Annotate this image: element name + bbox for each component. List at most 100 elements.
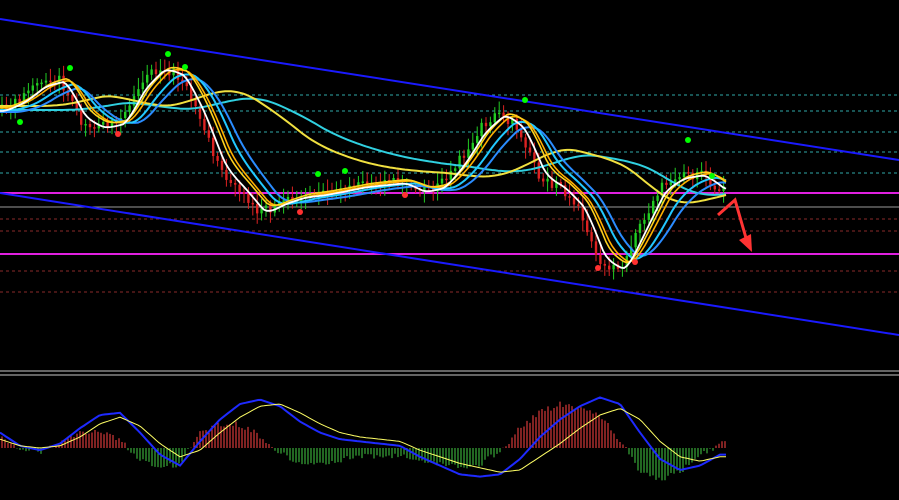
fractal-down-dot-2: [402, 192, 408, 198]
candle-body-23: [102, 122, 105, 125]
candle-body-7: [31, 85, 34, 91]
candle-body-137: [603, 263, 606, 266]
price-panel: [0, 18, 899, 336]
candle-body-112: [493, 113, 496, 123]
candle-body-50: [220, 160, 224, 170]
candle-body-44: [194, 99, 197, 107]
candle-body-82: [361, 181, 364, 183]
candle-body-18: [80, 110, 83, 125]
channel-line-upper: [0, 18, 899, 161]
fractal-up-dot-6: [522, 97, 528, 103]
fractal-up-dot-8: [709, 173, 715, 179]
candle-body-29: [128, 105, 131, 112]
candle-body-136: [599, 254, 602, 264]
candle-body-11: [49, 80, 52, 83]
candle-body-33: [146, 74, 149, 83]
candle-body-149: [656, 195, 659, 201]
candle-body-21: [93, 127, 96, 129]
candle-body-151: [665, 182, 668, 185]
candle-body-46: [203, 118, 206, 131]
candle-body-162: [713, 185, 716, 190]
fractal-down-dot-0: [115, 131, 121, 137]
candle-body-55: [242, 192, 246, 194]
candle-body-64: [282, 200, 285, 203]
candle-body-156: [687, 172, 690, 174]
candle-body-49: [216, 156, 219, 161]
candle-body-20: [88, 124, 92, 128]
chart-canvas: [0, 18, 899, 481]
candle-body-106: [467, 149, 470, 158]
candle-body-100: [440, 178, 444, 184]
candle-body-103: [454, 168, 457, 171]
fractal-up-dot-2: [165, 51, 171, 57]
fractal-down-dot-1: [297, 209, 303, 215]
candle-body-52: [229, 179, 232, 183]
candle-body-9: [40, 82, 43, 85]
candle-body-147: [647, 213, 650, 220]
candle-body-57: [251, 202, 254, 205]
candle-body-129: [568, 196, 571, 198]
candle-body-131: [577, 204, 580, 206]
channel-line-lower: [0, 192, 899, 336]
candle-body-118: [520, 129, 523, 138]
ma-orange-line: [0, 68, 727, 263]
candle-body-138: [608, 265, 611, 270]
candle-body-113: [498, 112, 501, 115]
candle-body-146: [643, 219, 646, 224]
candle-body-148: [652, 200, 655, 214]
candle-body-6: [27, 90, 30, 94]
candle-body-105: [462, 155, 466, 158]
candle-body-135: [594, 241, 598, 255]
candle-body-119: [524, 137, 527, 148]
candle-body-60: [264, 205, 268, 209]
fractal-up-dot-4: [315, 171, 321, 177]
fractal-down-dot-4: [595, 265, 601, 271]
candle-body-163: [718, 189, 721, 191]
candle-body-25: [110, 119, 114, 127]
trading-chart-window: [0, 0, 899, 500]
candle-body-111: [489, 122, 492, 127]
candle-body-32: [141, 82, 144, 90]
candle-body-42: [185, 82, 188, 87]
candle-body-19: [84, 124, 87, 126]
candle-body-144: [634, 232, 637, 248]
candle-body-102: [449, 170, 452, 180]
candle-body-124: [546, 178, 549, 182]
candle-body-110: [484, 122, 488, 127]
fractal-up-dot-1: [67, 65, 73, 71]
candle-body-34: [150, 69, 153, 75]
candle-body-54: [238, 184, 241, 193]
candle-body-107: [471, 142, 474, 150]
candle-body-153: [674, 179, 677, 183]
candle-body-152: [669, 182, 672, 185]
candle-body-28: [124, 111, 127, 119]
indicator-panel: [0, 396, 726, 481]
candle-body-35: [154, 69, 158, 75]
candle-body-24: [106, 122, 109, 127]
candle-body-120: [528, 147, 532, 153]
candle-body-58: [256, 203, 259, 214]
candle-body-154: [678, 177, 681, 180]
fractal-up-dot-7: [685, 137, 691, 143]
ma-white-line: [0, 69, 727, 270]
candle-body-109: [480, 122, 483, 137]
fractal-down-dot-3: [632, 259, 638, 265]
candle-body-139: [612, 264, 615, 270]
candle-body-48: [212, 137, 215, 157]
candle-body-155: [682, 172, 686, 178]
candle-body-10: [44, 80, 48, 83]
panel-separator[interactable]: [0, 370, 899, 376]
candle-body-56: [247, 193, 250, 203]
candle-body-16: [71, 94, 74, 101]
candle-body-53: [234, 182, 237, 185]
candle-body-130: [572, 197, 576, 205]
candle-body-122: [537, 162, 540, 179]
candle-body-133: [586, 220, 589, 233]
candle-body-47: [207, 130, 210, 138]
fractal-up-dot-5: [342, 168, 348, 174]
candle-body-145: [638, 223, 642, 233]
candle-body-134: [590, 232, 593, 242]
candle-body-101: [445, 178, 448, 181]
candle-body-51: [225, 169, 228, 180]
candle-body-108: [476, 136, 479, 143]
